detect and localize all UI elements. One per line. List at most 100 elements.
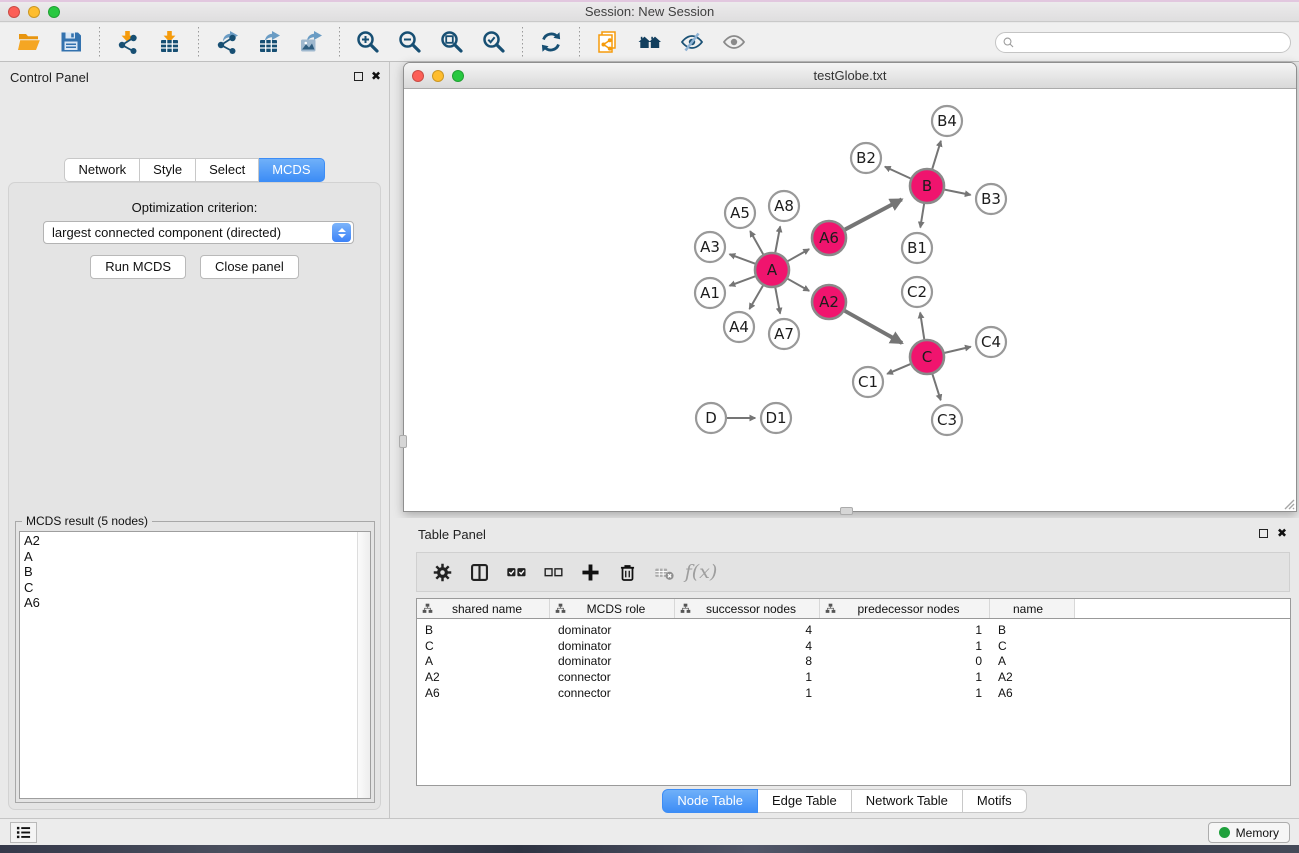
network-window-titlebar[interactable]: testGlobe.txt	[404, 63, 1296, 89]
search-input[interactable]	[1015, 34, 1284, 50]
result-list-item[interactable]: B	[24, 564, 357, 580]
table-cell[interactable]: C	[990, 639, 1075, 653]
network-canvas[interactable]: B4B2BB3A5A8A6B1A3AC2A1A2A4A7C4CC1DD1C3	[404, 89, 1296, 511]
graph-node-A[interactable]: A	[755, 253, 789, 287]
table-row[interactable]: A2connector11A2	[417, 669, 1290, 685]
graph-node-C3[interactable]: C3	[932, 405, 962, 435]
table-row[interactable]: Cdominator41C	[417, 638, 1290, 654]
memory-button[interactable]: Memory	[1208, 822, 1290, 843]
zoom-selected-button[interactable]	[476, 26, 512, 58]
table-cell[interactable]: 4	[675, 639, 820, 653]
tab-node-table[interactable]: Node Table	[662, 789, 758, 813]
gear-button[interactable]	[427, 557, 457, 587]
graph-node-A2[interactable]: A2	[812, 285, 846, 319]
graph-node-B1[interactable]: B1	[902, 233, 932, 263]
close-table-panel-icon[interactable]: ✖	[1277, 527, 1287, 539]
graph-node-A4[interactable]: A4	[724, 312, 754, 342]
graph-node-B2[interactable]: B2	[851, 143, 881, 173]
tab-network-table[interactable]: Network Table	[852, 789, 963, 813]
table-cell[interactable]: connector	[550, 670, 675, 684]
table-cell[interactable]: dominator	[550, 623, 675, 637]
graph-node-A5[interactable]: A5	[725, 198, 755, 228]
graph-node-C4[interactable]: C4	[976, 327, 1006, 357]
network-graph[interactable]: B4B2BB3A5A8A6B1A3AC2A1A2A4A7C4CC1DD1C3	[404, 89, 1296, 511]
add-button[interactable]	[575, 557, 605, 587]
table-row[interactable]: A6connector11A6	[417, 685, 1290, 701]
export-network-button[interactable]	[209, 26, 245, 58]
column-header-predecessor-nodes[interactable]: predecessor nodes	[820, 599, 990, 618]
table-cell[interactable]: C	[417, 639, 550, 653]
graph-node-B[interactable]: B	[910, 169, 944, 203]
table-row[interactable]: Bdominator41B	[417, 622, 1290, 638]
table-cell[interactable]: 0	[820, 654, 990, 668]
graph-node-A7[interactable]: A7	[769, 319, 799, 349]
table-cell[interactable]: connector	[550, 686, 675, 700]
splitter-handle-bottom[interactable]	[840, 507, 853, 515]
column-header-MCDS-role[interactable]: MCDS role	[550, 599, 675, 618]
tab-select[interactable]: Select	[196, 158, 259, 182]
tab-edge-table[interactable]: Edge Table	[758, 789, 852, 813]
graph-node-B3[interactable]: B3	[976, 184, 1006, 214]
search-box[interactable]	[995, 32, 1291, 53]
table-cell[interactable]: 1	[820, 670, 990, 684]
deselect-all-button[interactable]	[538, 557, 568, 587]
table-cell[interactable]: B	[417, 623, 550, 637]
run-mcds-button[interactable]: Run MCDS	[90, 255, 186, 279]
tab-mcds[interactable]: MCDS	[259, 158, 324, 182]
home-button[interactable]	[632, 26, 668, 58]
save-session-button[interactable]	[53, 26, 89, 58]
graph-node-D[interactable]: D	[696, 403, 726, 433]
zoom-in-button[interactable]	[350, 26, 386, 58]
graph-node-C1[interactable]: C1	[853, 367, 883, 397]
zoom-fit-button[interactable]	[434, 26, 470, 58]
table-cell[interactable]: dominator	[550, 654, 675, 668]
float-table-panel-icon[interactable]	[1259, 529, 1268, 538]
columns-button[interactable]	[464, 557, 494, 587]
refresh-button[interactable]	[533, 26, 569, 58]
graph-node-A3[interactable]: A3	[695, 232, 725, 262]
graph-node-C[interactable]: C	[910, 340, 944, 374]
table-cell[interactable]: 1	[820, 623, 990, 637]
result-list-item[interactable]: C	[24, 580, 357, 596]
table-row[interactable]: Adominator80A	[417, 653, 1290, 669]
task-history-button[interactable]	[10, 822, 37, 843]
float-panel-icon[interactable]	[354, 72, 363, 81]
column-header-successor-nodes[interactable]: successor nodes	[675, 599, 820, 618]
table-cell[interactable]: B	[990, 623, 1075, 637]
table-cell[interactable]: 1	[820, 686, 990, 700]
table-cell[interactable]: A2	[990, 670, 1075, 684]
table-cell[interactable]: A2	[417, 670, 550, 684]
graph-node-D1[interactable]: D1	[761, 403, 791, 433]
delete-button[interactable]	[612, 557, 642, 587]
table-cell[interactable]: A	[990, 654, 1075, 668]
tab-network[interactable]: Network	[64, 158, 140, 182]
window-resize-grip[interactable]	[1281, 496, 1295, 510]
export-table-button[interactable]	[251, 26, 287, 58]
column-header-name[interactable]: name	[990, 599, 1075, 618]
close-panel-button[interactable]: Close panel	[200, 255, 299, 279]
show-panel-button[interactable]	[716, 26, 752, 58]
column-header-shared-name[interactable]: shared name	[417, 599, 550, 618]
tab-style[interactable]: Style	[140, 158, 196, 182]
open-file-button[interactable]	[11, 26, 47, 58]
table-cell[interactable]: 1	[675, 686, 820, 700]
export-image-button[interactable]	[293, 26, 329, 58]
criterion-dropdown[interactable]: largest connected component (directed)	[43, 221, 354, 244]
result-list-scrollbar[interactable]	[357, 532, 370, 798]
table-cell[interactable]: A6	[990, 686, 1075, 700]
clone-network-button[interactable]	[590, 26, 626, 58]
result-list-item[interactable]: A2	[24, 533, 357, 549]
table-cell[interactable]: 1	[675, 670, 820, 684]
table-cell[interactable]: 4	[675, 623, 820, 637]
tab-motifs[interactable]: Motifs	[963, 789, 1027, 813]
table-cell[interactable]: 1	[820, 639, 990, 653]
table-cell[interactable]: dominator	[550, 639, 675, 653]
graph-node-B4[interactable]: B4	[932, 106, 962, 136]
graph-node-C2[interactable]: C2	[902, 277, 932, 307]
table-cell[interactable]: 8	[675, 654, 820, 668]
hide-panel-button[interactable]	[674, 26, 710, 58]
result-list-item[interactable]: A6	[24, 595, 357, 611]
graph-node-A6[interactable]: A6	[812, 221, 846, 255]
table-cell[interactable]: A6	[417, 686, 550, 700]
graph-node-A1[interactable]: A1	[695, 278, 725, 308]
